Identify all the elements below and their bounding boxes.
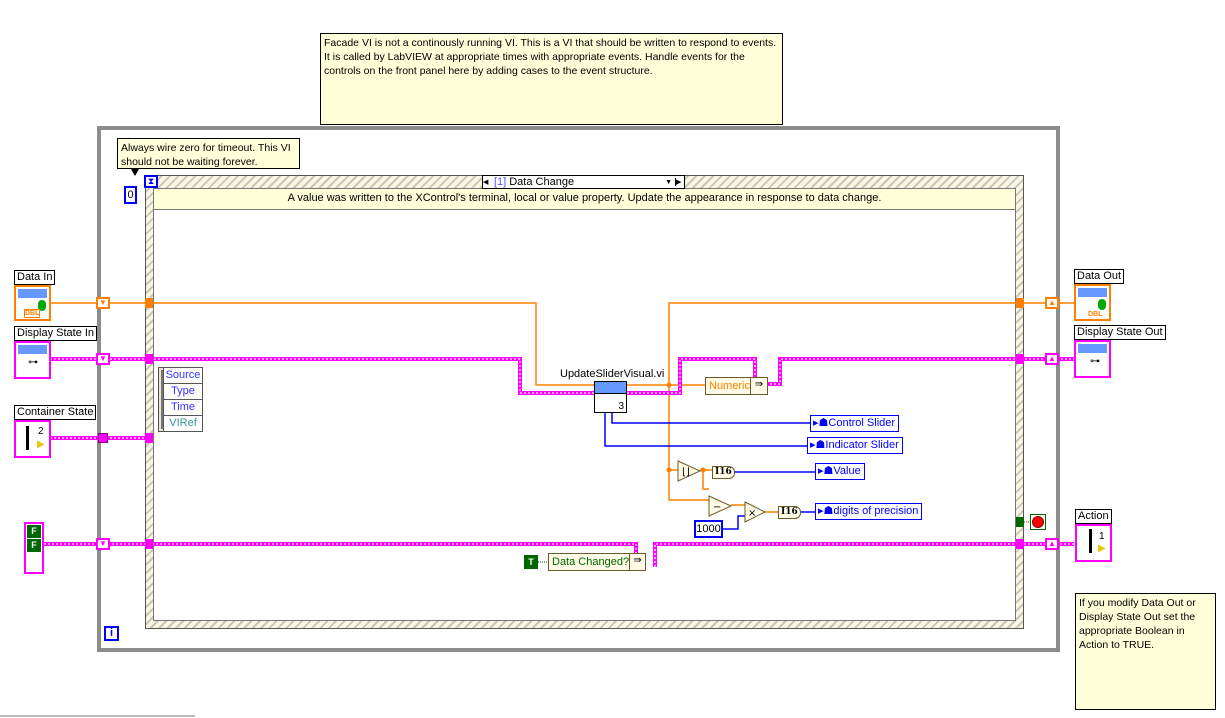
indicator-slider-reference[interactable]: ▸☗Indicator Slider: [807, 437, 903, 454]
display-state-in-label: Display State In: [14, 326, 98, 341]
to-i16-conversion[interactable]: I16: [712, 466, 735, 479]
display-state-in-terminal[interactable]: ⊶: [14, 341, 51, 379]
stop-icon: [1032, 516, 1044, 528]
digits-of-precision-property[interactable]: ▸☗digits of precision: [815, 503, 923, 520]
data-out-label: Data Out: [1074, 269, 1125, 284]
control-slider-reference[interactable]: ▸☗Control Slider: [810, 415, 900, 432]
to-i16-conversion[interactable]: I16: [778, 506, 801, 519]
shift-register-left-data[interactable]: ▼: [96, 297, 110, 309]
stop-tunnel[interactable]: [1016, 517, 1024, 527]
boolean-array-terminal[interactable]: F F: [24, 522, 44, 574]
tunnel-container-state[interactable]: [98, 433, 108, 443]
event-tunnel[interactable]: [145, 433, 153, 443]
event-tunnel[interactable]: [145, 539, 153, 549]
horizontal-scrollbar[interactable]: [0, 715, 195, 717]
shift-register-right-data[interactable]: ▲: [1045, 297, 1059, 309]
container-state-terminal[interactable]: 2 ▶: [14, 420, 51, 458]
slider-icon: [1098, 299, 1106, 310]
constant-1000[interactable]: 1000: [694, 520, 723, 538]
slider-icon: [1089, 529, 1092, 553]
display-state-out-terminal[interactable]: ⊶: [1074, 340, 1111, 378]
event-tunnel[interactable]: [1016, 298, 1024, 308]
action-comment: If you modify Data Out or Display State …: [1075, 593, 1216, 710]
cluster-icon: ⊶: [1090, 356, 1100, 367]
value-property[interactable]: ▸☗Value: [815, 463, 865, 480]
data-out-terminal[interactable]: DBL: [1074, 284, 1111, 321]
event-tunnel[interactable]: [1016, 539, 1024, 549]
wires: [44, 302, 1074, 567]
action-terminal[interactable]: 1 ▶: [1075, 524, 1112, 562]
bundle-icon: ⇛: [750, 378, 767, 394]
shift-register-right-action[interactable]: ▲: [1045, 538, 1059, 550]
shift-register-left-action[interactable]: ▼: [96, 538, 110, 550]
bundle-icon: ⇛: [629, 554, 645, 570]
true-constant[interactable]: T: [524, 555, 538, 569]
data-in-terminal[interactable]: DBL: [14, 285, 51, 321]
slider-icon: [26, 426, 29, 450]
update-slider-visual-subvi[interactable]: 3: [594, 381, 627, 413]
data-in-label: Data In: [14, 270, 56, 285]
event-tunnel[interactable]: [1016, 354, 1024, 364]
event-tunnel[interactable]: [145, 354, 153, 364]
action-label: Action: [1075, 509, 1112, 524]
shift-register-right-display[interactable]: ▲: [1045, 353, 1059, 365]
event-tunnel[interactable]: [145, 298, 153, 308]
stop-condition[interactable]: [1030, 514, 1046, 530]
display-state-out-label: Display State Out: [1074, 325, 1166, 340]
subvi-label: UpdateSliderVisual.vi: [560, 368, 665, 380]
shift-register-left-display[interactable]: ▼: [96, 353, 110, 365]
cluster-icon: ⊶: [28, 357, 38, 368]
container-state-label: Container State: [14, 405, 97, 420]
